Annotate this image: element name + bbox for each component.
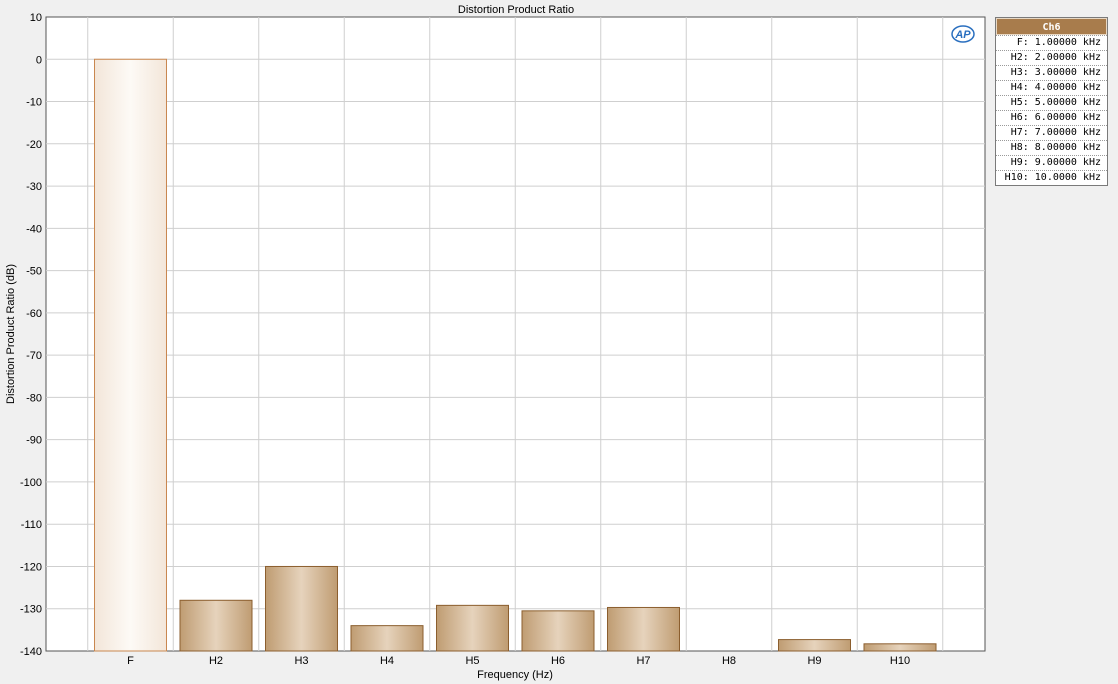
x-axis-label: Frequency (Hz) <box>477 669 553 681</box>
y-tick-label: -20 <box>26 139 42 151</box>
y-tick-label: -80 <box>26 392 42 404</box>
legend-entry: H7: 7.00000 kHz <box>996 125 1107 140</box>
legend-header: Ch6 <box>996 18 1107 35</box>
bar-h5 <box>436 604 509 652</box>
x-tick-label: H4 <box>380 655 394 667</box>
x-tick-label: H2 <box>209 655 223 667</box>
chart: Distortion Product Ratio 10 0 -10 -20 -30 -40… <box>5 4 986 681</box>
bar-h10 <box>863 643 937 652</box>
legend-entry: H3: 3.00000 kHz <box>996 65 1107 80</box>
bar-h2 <box>179 599 253 652</box>
chart-title: Distortion Product Ratio <box>458 4 574 16</box>
legend-entry: F: 1.00000 kHz <box>996 35 1107 50</box>
y-tick-label: 0 <box>36 54 42 66</box>
x-tick-label: F <box>127 655 134 667</box>
bar-f <box>94 58 167 652</box>
legend-entry: H5: 5.00000 kHz <box>996 95 1107 110</box>
legend-entry: H9: 9.00000 kHz <box>996 155 1107 170</box>
legend-entry: H4: 4.00000 kHz <box>996 80 1107 95</box>
y-tick-label: 10 <box>30 12 42 24</box>
legend-entries: F: 1.00000 kHz H2: 2.00000 kHz H3: 3.00000… <box>996 35 1107 185</box>
x-tick-label: H9 <box>807 655 821 667</box>
y-tick-label: -100 <box>20 477 42 489</box>
legend-entry: H2: 2.00000 kHz <box>996 50 1107 65</box>
x-tick-label: H6 <box>551 655 565 667</box>
x-tick-label: H3 <box>294 655 308 667</box>
y-tick-label: -30 <box>26 181 42 193</box>
legend-entry: H8: 8.00000 kHz <box>996 140 1107 155</box>
y-tick-label: -40 <box>26 223 42 235</box>
legend-entry: H10: 10.0000 kHz <box>996 170 1107 185</box>
y-tick-label: -70 <box>26 350 42 362</box>
bar-h9 <box>778 639 851 652</box>
y-tick-label: -60 <box>26 308 42 320</box>
x-tick-labels: F H2 H3 H4 H5 H6 H7 H8 H9 H10 <box>127 655 910 667</box>
bar-h4 <box>350 625 424 652</box>
legend-entry: H6: 6.00000 kHz <box>996 110 1107 125</box>
y-tick-label: -50 <box>26 266 42 278</box>
y-tick-labels: 10 0 -10 -20 -30 -40 -50 -60 -70 -80 -90 -100 -110 -1… <box>20 12 42 658</box>
bar-h7 <box>607 606 680 652</box>
y-tick-label: -120 <box>20 561 42 573</box>
y-tick-label: -110 <box>21 519 42 531</box>
ap-logo-text: AP <box>954 29 971 41</box>
x-tick-label: H10 <box>890 655 910 667</box>
y-tick-label: -140 <box>20 646 42 658</box>
x-tick-label: H7 <box>636 655 650 667</box>
y-tick-label: -130 <box>20 604 42 616</box>
y-tick-label: -90 <box>26 435 42 447</box>
legend: Ch6 F: 1.00000 kHz H2: 2.00000 kHz H3: 3.0… <box>995 17 1108 186</box>
bar-h3 <box>265 565 338 652</box>
bar-h6 <box>521 610 595 652</box>
y-tick-label: -10 <box>26 97 42 109</box>
y-axis-label: Distortion Product Ratio (dB) <box>5 264 17 404</box>
x-tick-label: H8 <box>722 655 736 667</box>
x-tick-label: H5 <box>465 655 479 667</box>
